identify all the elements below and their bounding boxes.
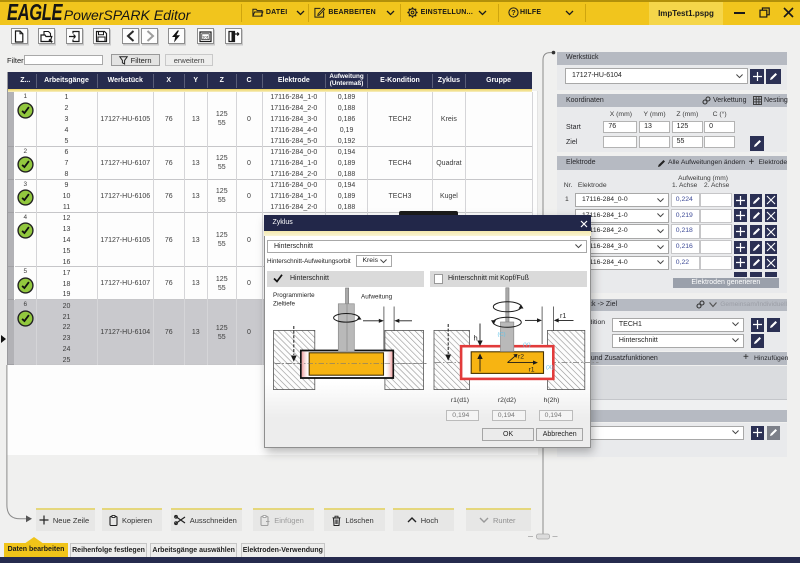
svg-text:(C): (C) <box>497 332 505 338</box>
svg-text:Programmierte: Programmierte <box>273 292 315 299</box>
svg-text:r2: r2 <box>518 354 524 361</box>
svg-text:(Y): (Y) <box>523 343 531 349</box>
svg-text:h: h <box>473 334 477 343</box>
svg-text:Aufweitung: Aufweitung <box>361 294 393 301</box>
svg-text:(X): (X) <box>546 365 554 371</box>
svg-text:r1: r1 <box>560 313 566 320</box>
svg-text:Zieltiefe: Zieltiefe <box>273 301 296 308</box>
svg-text:r1: r1 <box>528 367 534 374</box>
